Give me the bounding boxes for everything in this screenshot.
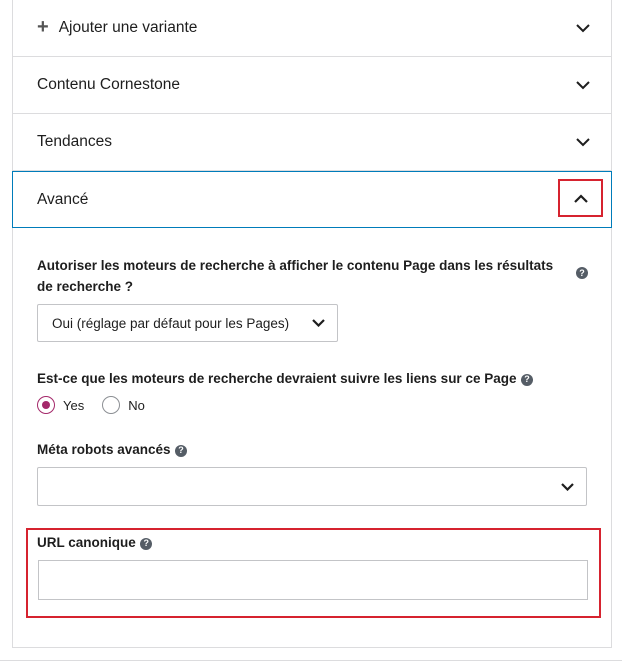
collapse-highlight[interactable] (558, 179, 603, 217)
help-icon[interactable]: ? (576, 267, 588, 279)
cornerstone-toggle[interactable]: Contenu Cornestone (13, 57, 611, 114)
canonical-url-input[interactable] (38, 560, 588, 600)
add-variant-label: Ajouter une variante (58, 19, 198, 36)
chevron-down-icon (560, 480, 574, 494)
add-variant-toggle[interactable]: + Ajouter une variante (13, 0, 611, 57)
chevron-up-icon (573, 193, 588, 203)
follow-links-label: Est-ce que les moteurs de recherche devr… (37, 371, 517, 386)
plus-icon: + (37, 16, 49, 38)
follow-links-question: Est-ce que les moteurs de recherche devr… (37, 368, 597, 389)
trends-toggle[interactable]: Tendances (13, 114, 611, 171)
bottom-divider (0, 660, 622, 661)
follow-links-radio-group: Yes No (37, 396, 597, 414)
meta-robots-label: Méta robots avancés (37, 442, 171, 457)
trends-label: Tendances (37, 133, 112, 150)
search-engines-show-question: Autoriser les moteurs de recherche à aff… (37, 255, 557, 297)
advanced-label: Avancé (37, 190, 89, 208)
follow-links-yes-radio[interactable]: Yes (37, 396, 84, 414)
help-icon[interactable]: ? (520, 373, 533, 386)
canonical-url-heading: URL canonique ? (37, 532, 597, 553)
advanced-toggle[interactable]: Avancé (12, 171, 612, 228)
search-engines-show-value: Oui (réglage par défaut pour les Pages) (52, 315, 290, 331)
meta-robots-heading: Méta robots avancés ? (37, 439, 597, 460)
seo-settings-panel: + Ajouter une variante Contenu Corneston… (12, 0, 612, 648)
no-label: No (128, 397, 145, 413)
yes-label: Yes (63, 397, 85, 413)
meta-robots-select[interactable] (37, 467, 587, 506)
chevron-down-icon (311, 316, 325, 330)
chevron-down-icon (575, 77, 591, 93)
canonical-url-label: URL canonique (37, 535, 136, 550)
radio-unchecked-icon (102, 396, 121, 414)
cornerstone-label: Contenu Cornestone (37, 76, 181, 93)
help-icon[interactable]: ? (175, 444, 188, 457)
radio-checked-icon (37, 396, 55, 414)
help-icon[interactable]: ? (140, 537, 153, 550)
follow-links-no-radio[interactable]: No (102, 396, 145, 414)
search-engines-show-label: Autoriser les moteurs de recherche à aff… (37, 258, 554, 294)
chevron-down-icon (575, 20, 591, 36)
chevron-down-icon (575, 134, 591, 150)
search-engines-show-select[interactable]: Oui (réglage par défaut pour les Pages) (37, 304, 338, 342)
